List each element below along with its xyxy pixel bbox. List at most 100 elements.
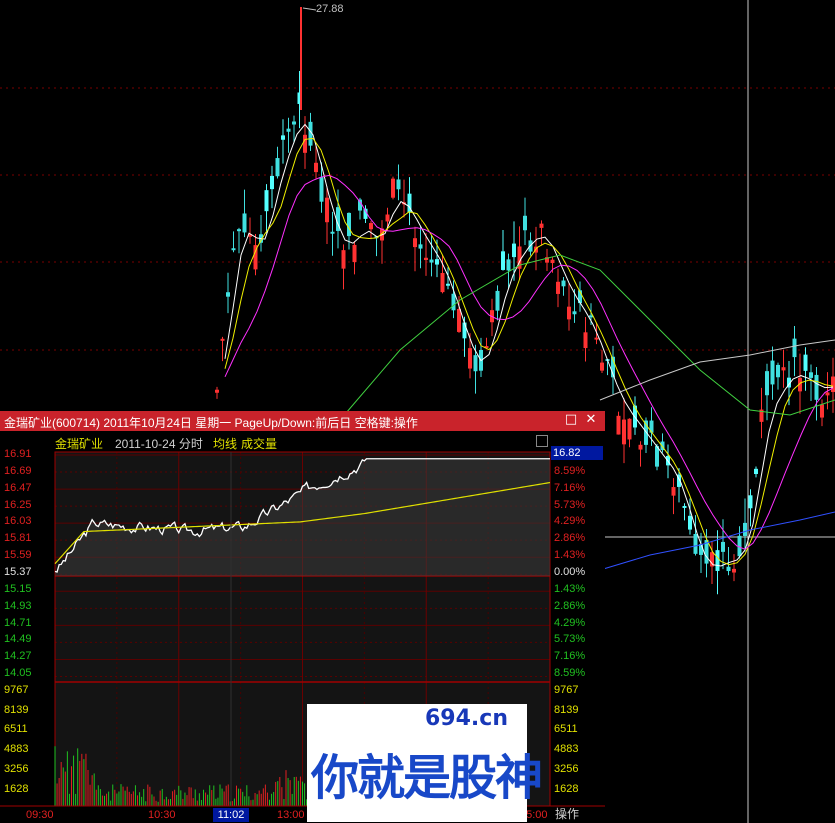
price-tick-left: 14.05	[4, 667, 32, 680]
candle-body	[352, 244, 357, 263]
candle-body	[721, 541, 725, 552]
candle-body	[831, 376, 835, 393]
candle-body	[440, 272, 445, 293]
volume-tick-left: 1628	[4, 782, 29, 795]
candle-body	[462, 322, 467, 339]
candle-body	[743, 522, 747, 536]
candle-body	[314, 162, 318, 173]
candle-body	[809, 372, 813, 378]
candle-body	[226, 292, 230, 297]
price-tick-left: 15.81	[4, 532, 32, 545]
volume-tick-right: 3256	[554, 762, 579, 775]
volume-tick-left: 9767	[4, 684, 29, 696]
percent-tick-right: 1.43%	[554, 549, 586, 562]
candle-body	[292, 121, 296, 125]
candle-body	[264, 190, 269, 212]
candle-body	[275, 158, 280, 177]
percent-tick-right: 1.43%	[554, 582, 586, 595]
candle-body	[319, 177, 324, 202]
price-tick-left: 16.47	[4, 481, 32, 494]
volume-tick-left: 8139	[4, 703, 29, 716]
candle-body	[561, 280, 566, 287]
volume-tick-left: 6511	[4, 723, 28, 736]
candle-body	[770, 360, 775, 385]
percent-tick-right: 8.59%	[554, 464, 586, 477]
candle-body	[594, 337, 599, 340]
candle-body	[369, 223, 373, 230]
candle-body	[451, 293, 456, 311]
percent-tick-right: 2.86%	[554, 532, 586, 545]
percent-tick-right: 4.29%	[554, 616, 586, 629]
price-tick-left: 16.25	[4, 498, 32, 511]
candle-body	[583, 332, 588, 349]
candle-body	[424, 257, 428, 261]
candle-body	[748, 495, 753, 509]
candle-body	[726, 566, 731, 572]
candle-body	[413, 238, 417, 248]
candle-body	[429, 259, 434, 263]
percent-tick-right: 5.73%	[554, 633, 586, 646]
watermark-url: 694.cn	[425, 706, 508, 731]
candle-body	[506, 259, 511, 271]
price-tick-left-mid: 15.37	[4, 565, 32, 578]
candle-body	[418, 244, 423, 249]
candle-body	[281, 135, 285, 140]
candle-body	[732, 568, 736, 573]
candle-body	[539, 223, 544, 228]
candle-body	[286, 128, 291, 132]
candle-body	[616, 415, 621, 435]
price-tick-left: 15.15	[4, 582, 32, 595]
candle-body	[512, 243, 516, 258]
candle-body	[600, 362, 604, 371]
time-tick: 13:00	[277, 809, 305, 821]
candle-body	[803, 354, 808, 371]
candle-body	[495, 290, 500, 311]
high-marker-line	[302, 7, 317, 11]
candle-body	[391, 178, 395, 198]
candle-body	[792, 338, 797, 358]
candle-body	[341, 250, 346, 269]
candle-body	[435, 259, 439, 265]
candle-body	[776, 364, 780, 378]
last-price-tag: 16.82	[551, 446, 603, 460]
candle-body	[688, 515, 692, 530]
operate-button[interactable]: 操作	[555, 807, 595, 822]
time-tick: 10:30	[148, 809, 176, 821]
percent-tick-right: 8.59%	[554, 667, 586, 680]
volume-tick-right: 1628	[554, 782, 579, 795]
candle-body	[303, 134, 307, 153]
candle-body	[715, 550, 720, 571]
candle-body	[693, 534, 698, 554]
price-tick-left: 14.93	[4, 599, 32, 612]
percent-tick-right: 5.73%	[554, 498, 586, 511]
candle-body	[550, 259, 555, 264]
volume-tick-left: 3256	[4, 762, 29, 775]
price-tick-left: 16.69	[4, 464, 32, 477]
high-price-label: 27.88	[316, 3, 344, 15]
percent-tick-right-mid: 0.00%	[554, 565, 586, 578]
candle-body	[825, 392, 830, 396]
candle-body	[627, 418, 632, 440]
candle-body	[330, 231, 335, 234]
candle-body	[572, 311, 577, 315]
price-tick-left: 15.59	[4, 549, 32, 562]
candle-body	[446, 283, 450, 286]
percent-tick-right: 7.16%	[554, 650, 586, 663]
percent-tick-right: 4.29%	[554, 515, 586, 528]
candle-body	[638, 444, 643, 450]
candle-body	[622, 419, 626, 445]
candle-body	[468, 348, 472, 369]
percent-tick-right: 2.86%	[554, 599, 586, 612]
candle-body	[385, 214, 390, 222]
candle-body	[270, 175, 274, 190]
candle-body	[682, 505, 687, 508]
candle-body	[814, 374, 819, 400]
candle-body	[396, 179, 401, 190]
price-tick-left: 16.91	[4, 448, 32, 460]
volume-tick-right: 6511	[554, 723, 578, 736]
volume-tick-right: 4883	[554, 743, 579, 756]
price-tick-left: 14.49	[4, 633, 32, 646]
volume-tick-left: 4883	[4, 743, 29, 756]
price-tick-left: 16.03	[4, 515, 32, 528]
candle-body	[501, 251, 505, 270]
